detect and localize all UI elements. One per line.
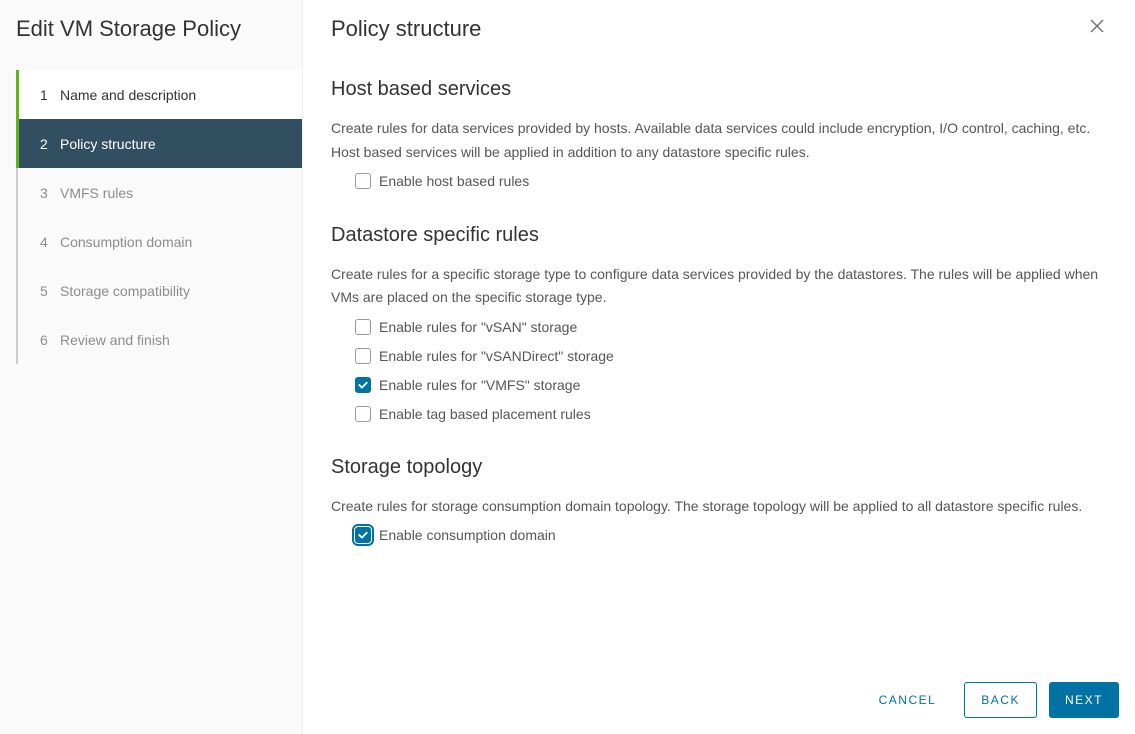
checkbox-box[interactable] (355, 319, 371, 335)
section-topology: Storage topology Create rules for storag… (331, 456, 1107, 578)
step-label: Review and finish (60, 332, 170, 348)
wizard-step-storage-compatibility[interactable]: 5Storage compatibility (18, 266, 302, 315)
sidebar-title: Edit VM Storage Policy (0, 16, 302, 70)
step-number: 4 (40, 234, 60, 250)
checkbox-label: Enable tag based placement rules (379, 406, 591, 422)
checkbox-label: Enable rules for "VMFS" storage (379, 377, 580, 393)
wizard-step-review-and-finish[interactable]: 6Review and finish (18, 315, 302, 364)
close-icon[interactable] (1087, 16, 1107, 39)
checkbox-enable-consumption-domain[interactable]: Enable consumption domain (355, 521, 1107, 550)
checkbox-label: Enable host based rules (379, 173, 529, 189)
section-title-datastore: Datastore specific rules (331, 224, 1107, 247)
page-title: Policy structure (331, 16, 481, 42)
checkbox-box[interactable] (355, 527, 371, 543)
checkbox-box[interactable] (355, 348, 371, 364)
step-number: 2 (40, 136, 60, 152)
checkbox-label: Enable consumption domain (379, 527, 556, 543)
wizard-sidebar: Edit VM Storage Policy 1Name and descrip… (0, 0, 303, 734)
step-number: 6 (40, 332, 60, 348)
wizard-step-consumption-domain[interactable]: 4Consumption domain (18, 217, 302, 266)
content-header: Policy structure (331, 16, 1107, 78)
section-title-topology: Storage topology (331, 456, 1107, 479)
wizard-footer: CANCEL BACK NEXT (303, 666, 1135, 734)
step-label: Storage compatibility (60, 283, 190, 299)
edit-vm-storage-policy-modal: Edit VM Storage Policy 1Name and descrip… (0, 0, 1135, 734)
wizard-step-policy-structure[interactable]: 2Policy structure (18, 119, 302, 168)
step-label: VMFS rules (60, 185, 133, 201)
checkbox-box[interactable] (355, 173, 371, 189)
host-options: Enable host based rules (331, 167, 1107, 196)
step-number: 5 (40, 283, 60, 299)
section-datastore: Datastore specific rules Create rules fo… (331, 224, 1107, 457)
checkbox-enable-host-based-rules[interactable]: Enable host based rules (355, 167, 1107, 196)
step-label: Policy structure (60, 136, 156, 152)
checkbox-enable-rules-for-vsandirect-storage[interactable]: Enable rules for "vSANDirect" storage (355, 341, 1107, 370)
wizard-content: Policy structure Host based services Cre… (303, 0, 1135, 734)
checkbox-enable-rules-for-vsan-storage[interactable]: Enable rules for "vSAN" storage (355, 312, 1107, 341)
step-number: 1 (40, 87, 60, 103)
checkbox-enable-rules-for-vmfs-storage[interactable]: Enable rules for "VMFS" storage (355, 370, 1107, 399)
step-label: Name and description (60, 87, 196, 103)
wizard-step-vmfs-rules[interactable]: 3VMFS rules (18, 168, 302, 217)
section-host-based: Host based services Create rules for dat… (331, 78, 1107, 224)
step-number: 3 (40, 185, 60, 201)
section-desc-host: Create rules for data services provided … (331, 117, 1107, 165)
section-title-host: Host based services (331, 78, 1107, 101)
next-button[interactable]: NEXT (1049, 682, 1119, 718)
section-desc-topology: Create rules for storage consumption dom… (331, 495, 1107, 519)
checkbox-label: Enable rules for "vSANDirect" storage (379, 348, 614, 364)
topology-options: Enable consumption domain (331, 521, 1107, 550)
checkbox-label: Enable rules for "vSAN" storage (379, 319, 577, 335)
back-button[interactable]: BACK (964, 682, 1037, 718)
cancel-button[interactable]: CANCEL (863, 682, 953, 718)
section-desc-datastore: Create rules for a specific storage type… (331, 263, 1107, 311)
step-label: Consumption domain (60, 234, 192, 250)
wizard-steps: 1Name and description2Policy structure3V… (16, 70, 302, 364)
checkbox-box[interactable] (355, 377, 371, 393)
datastore-options: Enable rules for "vSAN" storage Enable ru… (331, 312, 1107, 428)
wizard-step-name-and-description[interactable]: 1Name and description (18, 70, 302, 119)
checkbox-enable-tag-based-placement-rules[interactable]: Enable tag based placement rules (355, 399, 1107, 428)
checkbox-box[interactable] (355, 406, 371, 422)
